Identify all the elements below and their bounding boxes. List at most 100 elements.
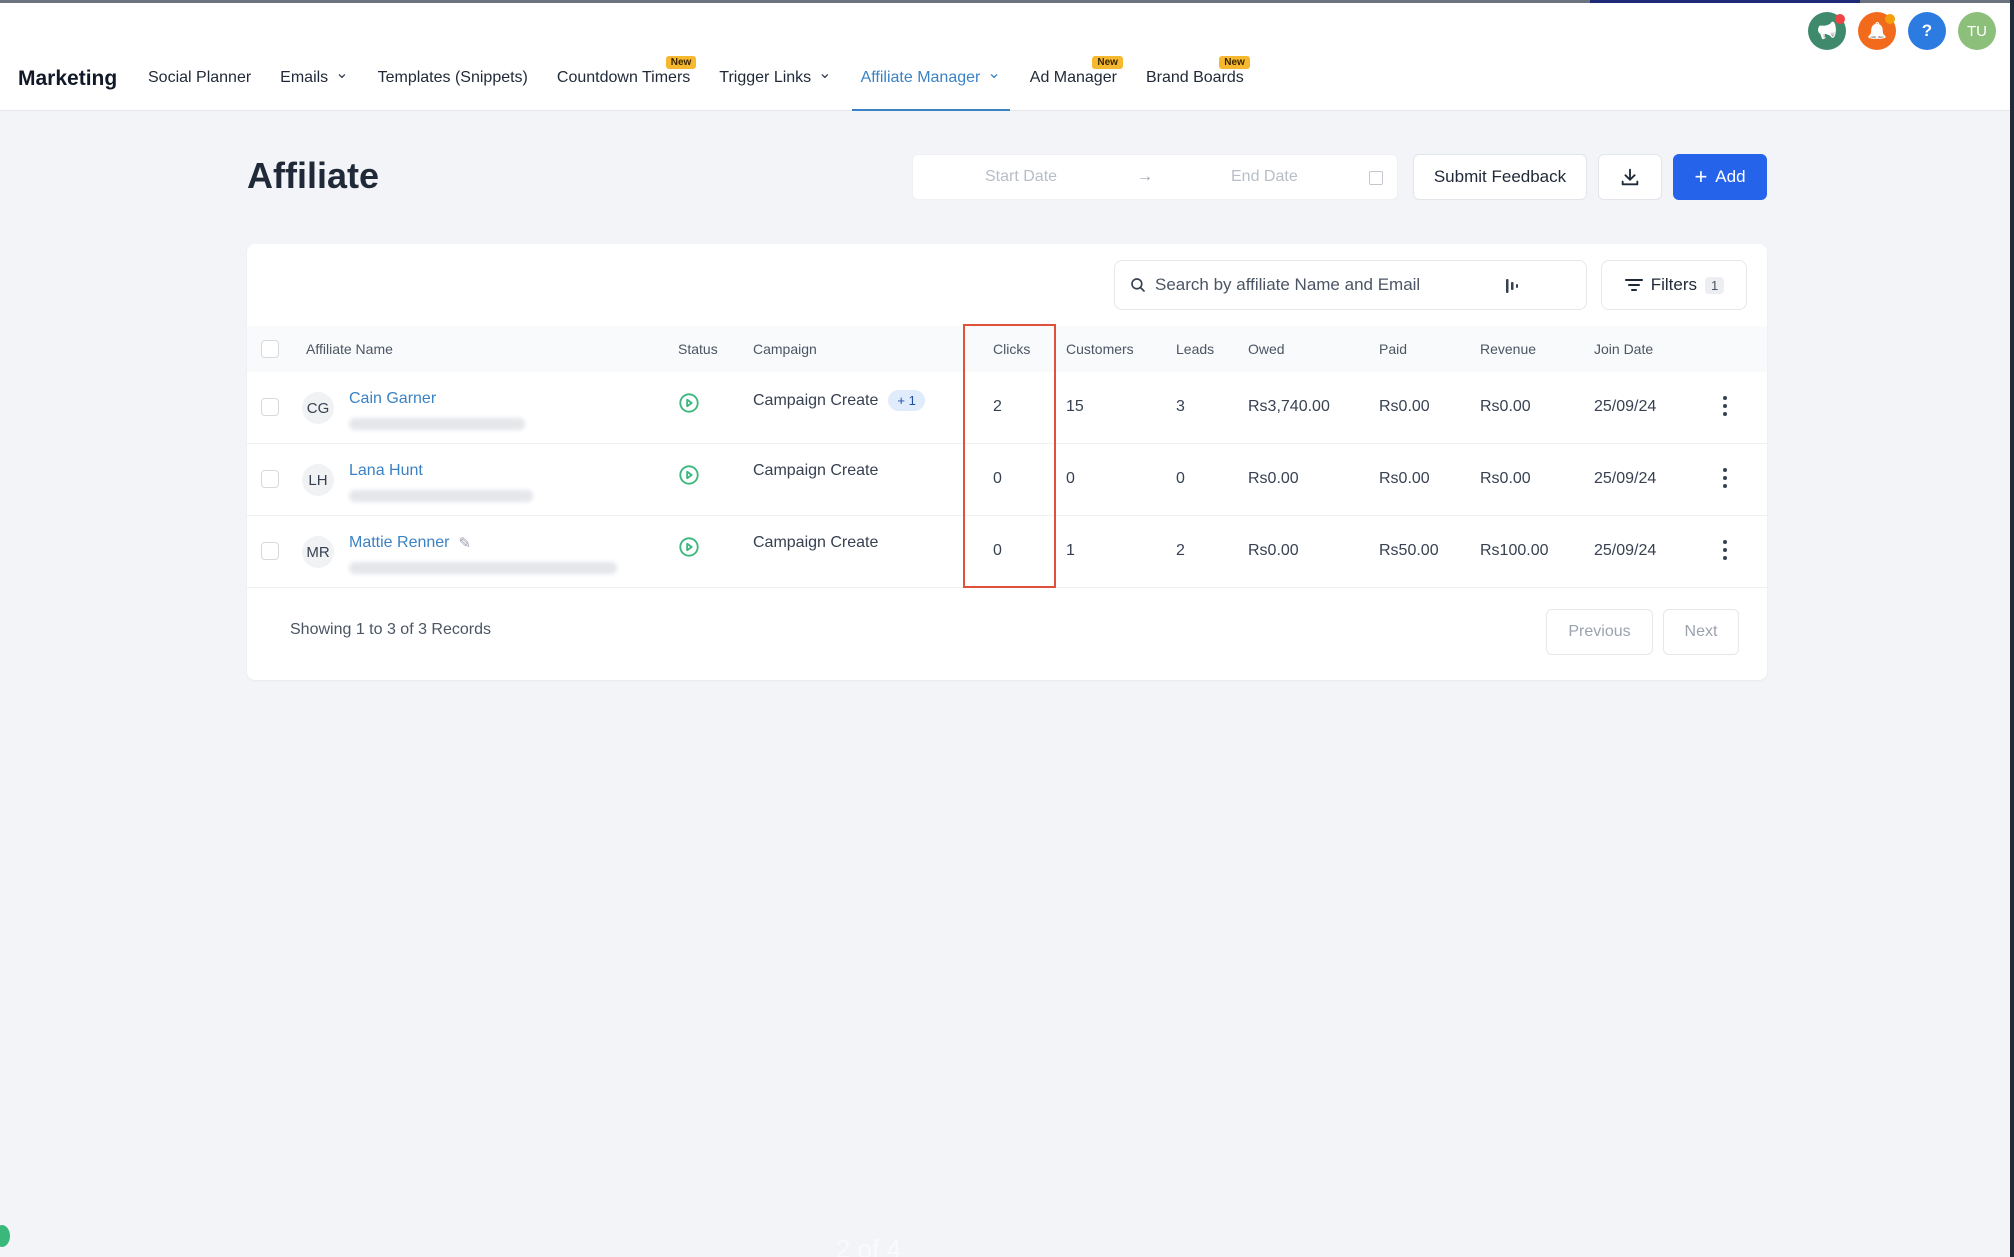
join-date-value: 25/09/24 — [1594, 398, 1657, 415]
column-join-date[interactable]: Join Date — [1594, 341, 1653, 357]
paid-value: Rs50.00 — [1379, 542, 1439, 559]
notification-dot — [1885, 14, 1895, 24]
avatar-icon[interactable]: TU — [1958, 12, 1996, 50]
extra-campaigns-badge[interactable]: + 1 — [888, 390, 925, 411]
affiliate-name: Mattie Renner — [349, 534, 450, 551]
nav-label: Trigger Links — [719, 69, 812, 86]
column-revenue[interactable]: Revenue — [1480, 341, 1536, 357]
status-active-icon — [679, 537, 699, 557]
owed-value: Rs0.00 — [1248, 542, 1299, 559]
row-actions-icon[interactable] — [1723, 396, 1727, 420]
join-date-value: 25/09/24 — [1594, 542, 1657, 559]
row-actions-icon[interactable] — [1723, 540, 1727, 564]
campaign-name: Campaign Create — [753, 391, 879, 409]
nav-label: Affiliate Manager — [860, 69, 981, 86]
nav-label: Emails — [280, 69, 329, 86]
affiliate-name-link[interactable]: Cain Garner — [349, 390, 436, 408]
search-placeholder: Search by affiliate Name and Email — [1155, 275, 1421, 294]
nav-label: Ad Manager — [1029, 69, 1117, 86]
top-header: Marketing Social Planner Emails ⌄ Templates… — [0, 3, 2010, 111]
plus-icon: + — [1694, 164, 1708, 189]
column-paid[interactable]: Paid — [1379, 341, 1407, 357]
date-range-picker[interactable]: Start Date → End Date — [912, 154, 1398, 200]
affiliate-email-redacted — [349, 418, 525, 430]
avatar-icon-glyph: TU — [1967, 22, 1987, 40]
row-checkbox[interactable] — [261, 470, 279, 488]
notification-dot — [1835, 14, 1845, 24]
help-icon-glyph: ? — [1921, 21, 1933, 40]
filter-icon — [1624, 279, 1643, 291]
search-input[interactable]: Search by affiliate Name and Email — [1114, 260, 1587, 310]
add-affiliate-button[interactable]: + Add — [1673, 154, 1767, 200]
campaign-cell: Campaign Create — [753, 462, 878, 480]
next-page-button[interactable]: Next — [1663, 609, 1739, 655]
affiliate-table-card: Search by affiliate Name and Email Filte… — [247, 244, 1767, 680]
nav-countdown-timers[interactable]: Countdown Timers New — [557, 56, 697, 111]
header-icons: 📢 🔔? TU — [1808, 12, 2008, 50]
column-customers[interactable]: Customers — [1066, 341, 1134, 357]
chevron-down-icon: ⌄ — [818, 65, 832, 82]
status-dot — [0, 1225, 10, 1247]
main-nav: Social Planner Emails ⌄ Templates (Snippets… — [148, 56, 1273, 111]
edit-icon[interactable]: ✎ — [459, 534, 472, 552]
join-date-value: 25/09/24 — [1594, 470, 1657, 487]
new-badge: New — [1092, 56, 1123, 69]
select-all-checkbox[interactable] — [261, 340, 279, 358]
column-affiliate-name[interactable]: Affiliate Name — [306, 341, 393, 357]
window-right-edge — [2010, 0, 2014, 1257]
affiliate-name-link[interactable]: Lana Hunt — [349, 462, 423, 480]
table-row: LH Lana Hunt Campaign Create 0 0 0 Rs0.0… — [247, 444, 1767, 516]
filters-count-badge: 1 — [1705, 276, 1725, 294]
previous-page-button[interactable]: Previous — [1546, 609, 1653, 655]
page-title: Affiliate — [247, 155, 380, 196]
submit-feedback-button[interactable]: Submit Feedback — [1413, 154, 1587, 200]
download-button[interactable] — [1598, 154, 1662, 200]
nav-affiliate-manager[interactable]: Affiliate Manager ⌄ — [851, 65, 1010, 111]
column-campaign[interactable]: Campaign — [753, 341, 817, 357]
bell-icon-glyph: 🔔 — [1867, 23, 1887, 40]
nav-emails[interactable]: Emails ⌄ — [280, 65, 349, 111]
campaign-cell: Campaign Create + 1 — [753, 390, 925, 411]
paid-value: Rs0.00 — [1379, 398, 1430, 415]
nav-trigger-links[interactable]: Trigger Links ⌄ — [719, 65, 832, 111]
new-badge: New — [1219, 56, 1250, 69]
column-clicks[interactable]: Clicks — [993, 341, 1030, 357]
affiliate-name: Lana Hunt — [349, 462, 423, 479]
affiliate-name-link[interactable]: Mattie Renner ✎ — [349, 534, 471, 552]
filters-button[interactable]: Filters 1 — [1601, 260, 1747, 310]
nav-social-planner[interactable]: Social Planner — [148, 69, 251, 111]
leads-value: 2 — [1176, 542, 1185, 559]
chevron-down-icon: ⌄ — [335, 65, 349, 82]
clicks-value: 0 — [993, 542, 1002, 559]
row-checkbox[interactable] — [261, 542, 279, 560]
row-checkbox[interactable] — [261, 398, 279, 416]
chevron-down-icon: ⌄ — [987, 65, 1001, 82]
leads-value: 3 — [1176, 398, 1185, 415]
add-label: Add — [1715, 167, 1746, 186]
download-icon — [1621, 168, 1639, 186]
clicks-value: 0 — [993, 470, 1002, 487]
megaphone-icon[interactable]: 📢 — [1808, 12, 1846, 50]
voice-search-icon[interactable] — [1505, 277, 1521, 295]
clicks-value: 2 — [993, 398, 1002, 415]
page-indicator: 2 of 4 — [836, 1234, 902, 1257]
column-leads[interactable]: Leads — [1176, 341, 1214, 357]
bell-icon[interactable]: 🔔 — [1858, 12, 1896, 50]
nav-ad-manager[interactable]: Ad Manager New — [1029, 56, 1123, 111]
help-icon[interactable]: ? — [1908, 12, 1946, 50]
megaphone-icon-glyph: 📢 — [1817, 23, 1837, 40]
column-owed[interactable]: Owed — [1248, 341, 1285, 357]
table-row: CG Cain Garner Campaign Create + 1 2 15 3… — [247, 372, 1767, 444]
affiliate-email-redacted — [349, 562, 617, 574]
customers-value: 1 — [1066, 542, 1075, 559]
nav-templates-snippets[interactable]: Templates (Snippets) — [378, 69, 528, 111]
start-date-placeholder: Start Date — [985, 168, 1058, 185]
customers-value: 0 — [1066, 470, 1075, 487]
new-badge: New — [665, 56, 697, 69]
row-actions-icon[interactable] — [1723, 468, 1727, 492]
calendar-icon — [1369, 171, 1383, 185]
leads-value: 0 — [1176, 470, 1185, 487]
nav-brand-boards[interactable]: Brand Boards New — [1146, 56, 1250, 111]
arrow-right-icon: → — [1137, 168, 1153, 185]
column-status[interactable]: Status — [678, 341, 718, 357]
